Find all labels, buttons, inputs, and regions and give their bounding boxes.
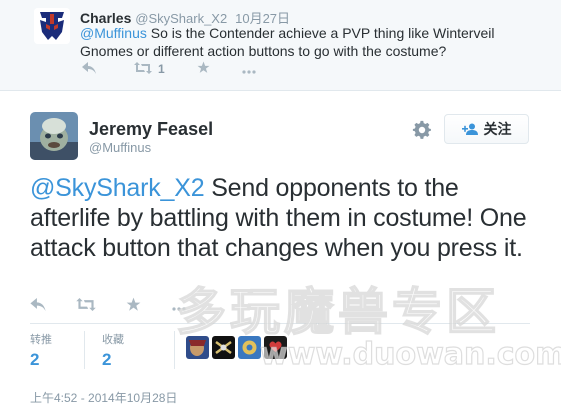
retweet-icon[interactable] [134, 61, 152, 78]
tweet-mention-link[interactable]: @SkyShark_X2 [30, 174, 205, 202]
retweet-icon[interactable] [76, 298, 96, 315]
favorite-icon[interactable] [126, 297, 141, 316]
follow-label: 关注 [483, 121, 512, 137]
transformers-logo-icon [34, 8, 70, 44]
stat-divider [174, 331, 175, 369]
tweet-actions [30, 297, 187, 316]
reply-icon[interactable] [82, 61, 96, 78]
author-name[interactable]: Jeremy Feasel [89, 119, 213, 140]
stat-divider [84, 331, 85, 369]
retweet-stat-label: 转推 [30, 334, 52, 346]
gear-icon[interactable] [412, 120, 432, 140]
favorite-stat[interactable]: 收藏 2 [102, 331, 124, 370]
favorite-stat-label: 收藏 [102, 334, 124, 346]
reply-tweet: Charles @SkyShark_X2 10月27日 @Muffinus So… [0, 0, 561, 91]
tweet-text: @SkyShark_X2 Send opponents to the after… [30, 173, 530, 263]
author-handle[interactable]: @Muffinus [89, 140, 151, 155]
reply-mention-link[interactable]: @Muffinus [80, 25, 147, 41]
reply-text: @Muffinus So is the Contender achieve a … [80, 24, 550, 60]
reply-icon[interactable] [30, 298, 46, 315]
follow-button[interactable]: 关注 [444, 114, 529, 144]
avatar[interactable] [30, 112, 78, 160]
add-user-icon [461, 123, 478, 135]
retweet-count: 1 [158, 62, 165, 76]
reply-actions: 1 [80, 60, 256, 78]
favorite-icon[interactable] [197, 61, 210, 78]
retweet-stat[interactable]: 转推 2 [30, 331, 52, 370]
watermark-text: 多玩魔兽专区 [175, 282, 500, 342]
watermark-url: www.duowan.com [259, 336, 561, 372]
favorite-stat-count: 2 [102, 350, 112, 369]
tweet-timestamp[interactable]: 上午4:52 - 2014年10月28日 [30, 389, 177, 406]
avatar[interactable] [34, 8, 70, 44]
retweet-stat-count: 2 [30, 350, 40, 369]
more-icon[interactable] [242, 61, 256, 78]
gnome-avatar-icon [30, 112, 78, 160]
